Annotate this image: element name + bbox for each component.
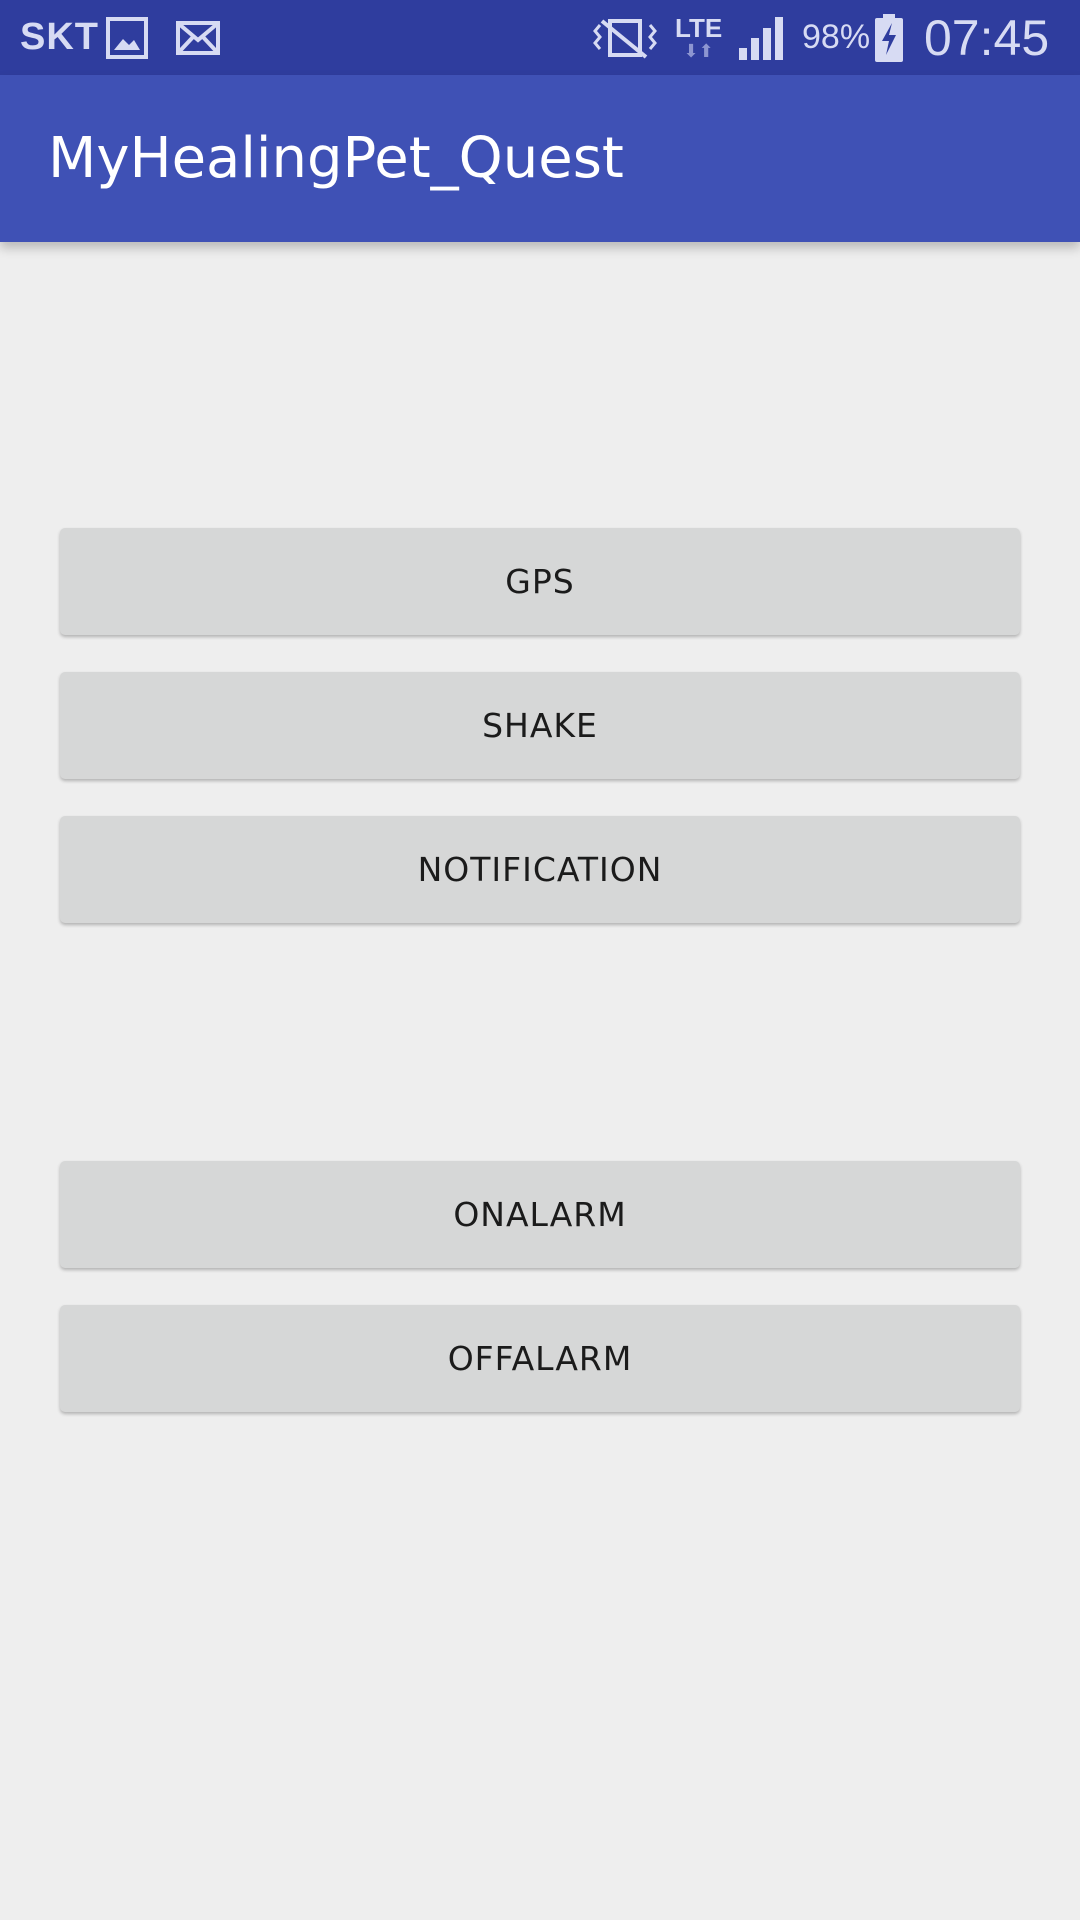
notification-button[interactable]: NOTIFICATION bbox=[60, 816, 1020, 923]
shake-button[interactable]: SHAKE bbox=[60, 672, 1020, 779]
off-alarm-button[interactable]: OFFALARM bbox=[60, 1305, 1020, 1412]
battery-charging-icon bbox=[874, 0, 904, 75]
on-alarm-button[interactable]: ONALARM bbox=[60, 1161, 1020, 1268]
app-bar: MyHealingPet_Quest bbox=[0, 75, 1080, 242]
app-title: MyHealingPet_Quest bbox=[48, 126, 624, 191]
mail-icon bbox=[176, 0, 220, 75]
network-indicator: LTE ⬇⬆ bbox=[675, 0, 722, 75]
network-type-label: LTE bbox=[675, 12, 723, 43]
clock: 07:45 bbox=[924, 9, 1050, 66]
carrier-label: SKT bbox=[20, 16, 99, 58]
gps-button[interactable]: GPS bbox=[60, 528, 1020, 635]
data-arrows-icon: ⬇⬆ bbox=[683, 40, 714, 62]
signal-icon bbox=[737, 0, 787, 75]
vibrate-mute-icon bbox=[588, 0, 662, 75]
status-bar: SKT LTE ⬇⬆ 98% 07:45 bbox=[0, 0, 1080, 75]
battery-percent: 98% bbox=[802, 18, 871, 56]
gallery-icon bbox=[106, 0, 148, 75]
